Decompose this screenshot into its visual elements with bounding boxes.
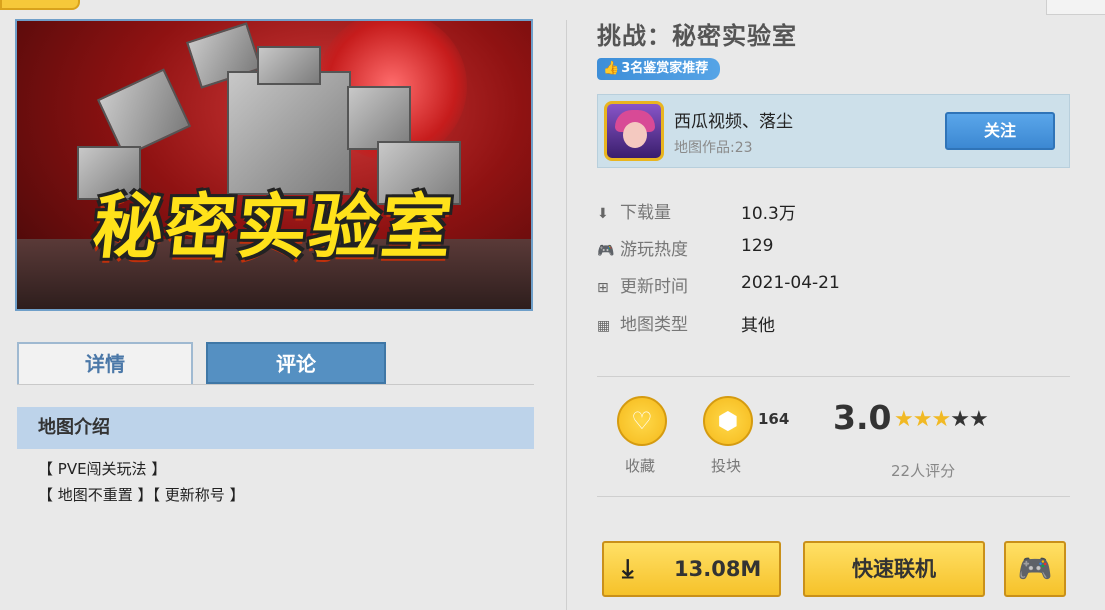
tab-underline [17,384,534,385]
quick-join-button[interactable]: 快速联机 [803,541,985,597]
gamepad-icon: 🎮 [1017,552,1053,585]
download-size: 13.08M [674,557,762,581]
cover-block [96,68,192,158]
cube-vote-button[interactable]: ⬢ [703,396,753,446]
section-divider [597,376,1070,377]
tab-comments[interactable]: 评论 [206,342,386,384]
stat-label-text: 游玩热度 [620,240,688,260]
recommend-badge[interactable]: 👍 3名鉴赏家推荐 [597,58,721,80]
download-icon: ⤓ [622,554,634,584]
intro-line: 【 PVE闯关玩法 】 [38,460,167,478]
rating-count: 22人评分 [891,462,956,480]
gamepad-button[interactable]: 🎮 [1004,541,1066,597]
tab-details[interactable]: 详情 [17,342,193,384]
favorite-label: 收藏 [625,457,656,475]
cover-robot-head [257,46,321,85]
author-name[interactable]: 西瓜视频、落尘 [674,107,793,132]
stat-type-value: 其他 [741,316,775,336]
stat-label-text: 地图类型 [620,315,688,335]
heart-icon: ♡ [631,407,653,435]
download-icon: ⬇ [597,206,609,222]
cube-count: 164 [758,410,790,428]
star-filled-icon: ★ [912,407,933,432]
section-divider [597,496,1070,497]
stat-popularity-label: 🎮 游玩热度 [597,235,688,260]
star-empty-icon: ★ [968,407,989,432]
star-filled-icon: ★ [894,407,914,432]
stat-updated-value: 2021-04-21 [741,273,840,293]
plus-square-icon: ⊞ [597,280,609,296]
stat-popularity-value: 129 [741,236,774,256]
avatar-face [623,122,647,148]
cube-vote-label: 投块 [711,457,742,475]
top-left-tab[interactable] [0,0,80,10]
map-title: 挑战：秘密实验室 [597,22,797,50]
stat-downloads-value: 10.3万 [741,204,796,224]
grid-icon: ▦ [597,318,611,334]
rating-stars: ★★★★★ [894,407,989,432]
avatar[interactable] [604,101,664,161]
column-divider [566,20,567,610]
map-cover-image: 秘密实验室 [15,19,533,311]
stat-type-label: ▦ 地图类型 [597,310,688,335]
cube-icon: ⬢ [717,407,739,435]
rating-score: 3.0 [833,398,892,437]
stat-updated-label: ⊞ 更新时间 [597,272,688,297]
author-card[interactable]: 西瓜视频、落尘 地图作品:23 关注 [597,94,1070,168]
stat-label-text: 下载量 [620,203,671,223]
intro-line: 【 地图不重置 】【 更新称号 】 [38,486,245,504]
cover-title-art: 秘密实验室 [89,186,458,268]
star-empty-icon: ★ [950,407,970,432]
author-works: 地图作品:23 [674,140,753,156]
stat-label-text: 更新时间 [620,277,688,297]
stat-downloads-label: ⬇ 下载量 [597,198,671,223]
star-filled-icon: ★ [931,407,951,432]
thumbs-up-icon: 👍 [603,61,620,76]
download-button[interactable]: ⤓ 13.08M [602,541,781,597]
top-right-box [1046,0,1105,15]
favorite-button[interactable]: ♡ [617,396,667,446]
gamepad-icon: 🎮 [597,243,615,259]
follow-button[interactable]: 关注 [945,112,1055,150]
intro-heading: 地图介绍 [17,407,534,449]
recommend-badge-text: 3名鉴赏家推荐 [621,61,709,76]
